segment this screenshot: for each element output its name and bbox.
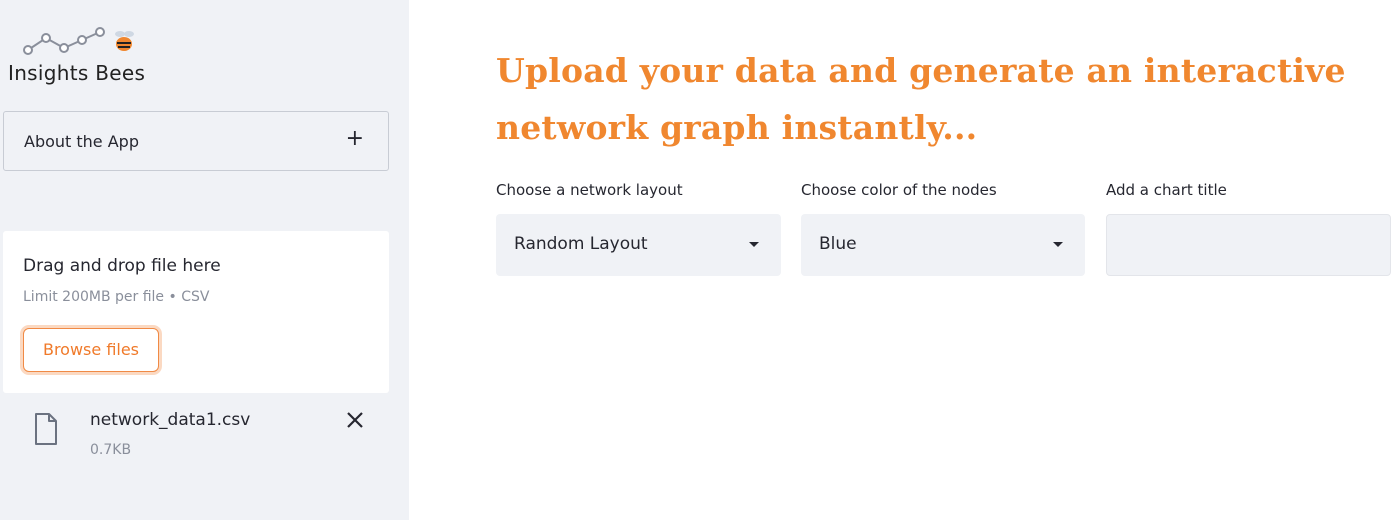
file-size: 0.7KB — [90, 442, 132, 458]
close-icon[interactable] — [343, 408, 367, 432]
caret-down-icon — [1053, 242, 1063, 247]
main-content: Upload your data and generate an interac… — [409, 0, 1400, 520]
title-input-label: Add a chart title — [1106, 181, 1227, 199]
title-line-1: Upload your data and generate an interac… — [496, 51, 1346, 90]
layout-select[interactable]: Random Layout — [496, 214, 781, 276]
color-select-label: Choose color of the nodes — [801, 181, 997, 199]
page-title: Upload your data and generate an interac… — [496, 42, 1396, 156]
file-dropzone[interactable]: Drag and drop file here Limit 200MB per … — [3, 231, 389, 393]
document-icon — [35, 413, 57, 445]
sidebar: Insights Bees About the App + Drag and d… — [0, 0, 409, 520]
dropzone-limit: Limit 200MB per file • CSV — [23, 289, 210, 305]
title-line-2: network graph instantly... — [496, 108, 978, 147]
network-line-bee-logo — [23, 27, 134, 55]
about-expander[interactable]: About the App + — [3, 111, 389, 171]
plus-icon: + — [345, 126, 364, 151]
color-select-value: Blue — [819, 234, 857, 254]
browse-files-button[interactable]: Browse files — [23, 328, 159, 372]
dropzone-title: Drag and drop file here — [23, 256, 221, 276]
uploaded-file: network_data1.csv 0.7KB — [3, 400, 389, 470]
file-name: network_data1.csv — [90, 410, 251, 430]
layout-select-value: Random Layout — [514, 234, 648, 254]
layout-select-label: Choose a network layout — [496, 181, 683, 199]
logo-text: Insights Bees — [8, 61, 146, 85]
app-logo: Insights Bees — [6, 26, 156, 86]
expander-label: About the App — [24, 132, 139, 151]
color-select[interactable]: Blue — [801, 214, 1085, 276]
chart-title-input[interactable] — [1106, 214, 1391, 276]
caret-down-icon — [749, 242, 759, 247]
